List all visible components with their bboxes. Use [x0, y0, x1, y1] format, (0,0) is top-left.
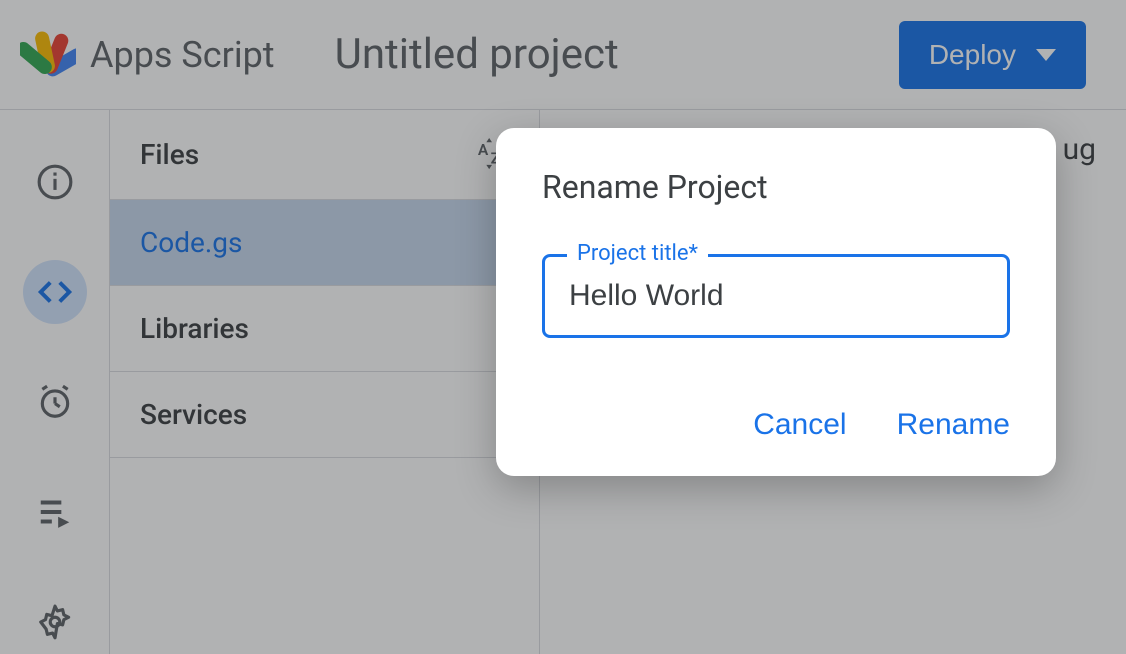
project-title-field[interactable]: Project title* [542, 254, 1010, 338]
rename-button[interactable]: Rename [897, 408, 1010, 442]
dialog-title: Rename Project [542, 168, 1010, 206]
dialog-actions: Cancel Rename [542, 408, 1010, 442]
project-title-field-label: Project title* [567, 241, 708, 266]
project-title-input[interactable] [569, 279, 983, 313]
cancel-button[interactable]: Cancel [753, 408, 846, 442]
rename-project-dialog: Rename Project Project title* Cancel Ren… [496, 128, 1056, 476]
